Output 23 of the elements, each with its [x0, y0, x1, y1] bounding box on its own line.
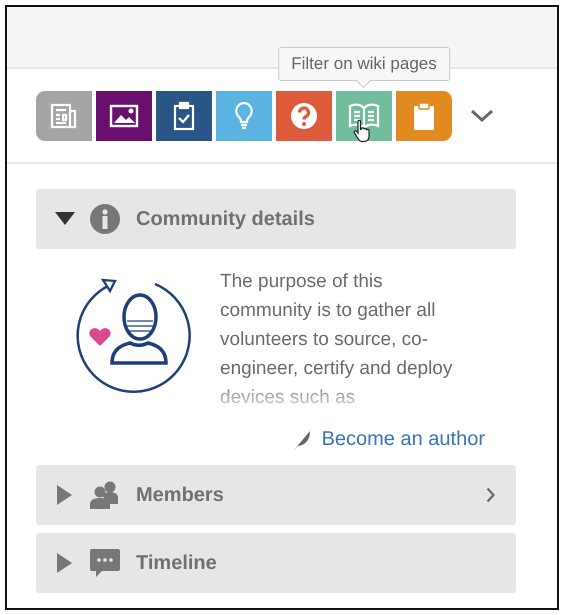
speech-bubble-icon — [90, 548, 120, 578]
filter-button[interactable] — [156, 90, 212, 140]
tooltip: Filter on wiki pages — [278, 46, 450, 80]
chevron-right-icon — [486, 487, 496, 503]
filter-button[interactable] — [96, 90, 152, 140]
feather-icon — [292, 428, 312, 450]
section-header[interactable]: Timeline — [36, 533, 516, 593]
lightbulb-icon — [233, 100, 255, 130]
people-icon — [90, 480, 120, 510]
community-description: The purpose of this community is to gather all volunteers to source, co-engineer, certify and deploy devices such as — [220, 270, 454, 410]
become-author-link[interactable]: Become an author — [322, 428, 485, 451]
image-icon — [109, 102, 139, 128]
clipboard-check-icon — [173, 100, 195, 130]
question-icon — [289, 100, 319, 130]
newspaper-icon — [50, 102, 78, 128]
caret-down-icon — [54, 212, 76, 226]
clipboard-icon — [412, 100, 436, 130]
hand-cursor-icon — [353, 118, 371, 142]
chevron-down-icon[interactable] — [470, 108, 494, 122]
info-icon — [90, 204, 120, 234]
section-header[interactable]: Members — [36, 465, 516, 525]
section-header[interactable]: Community details — [36, 189, 516, 249]
open-book-icon — [348, 102, 380, 130]
